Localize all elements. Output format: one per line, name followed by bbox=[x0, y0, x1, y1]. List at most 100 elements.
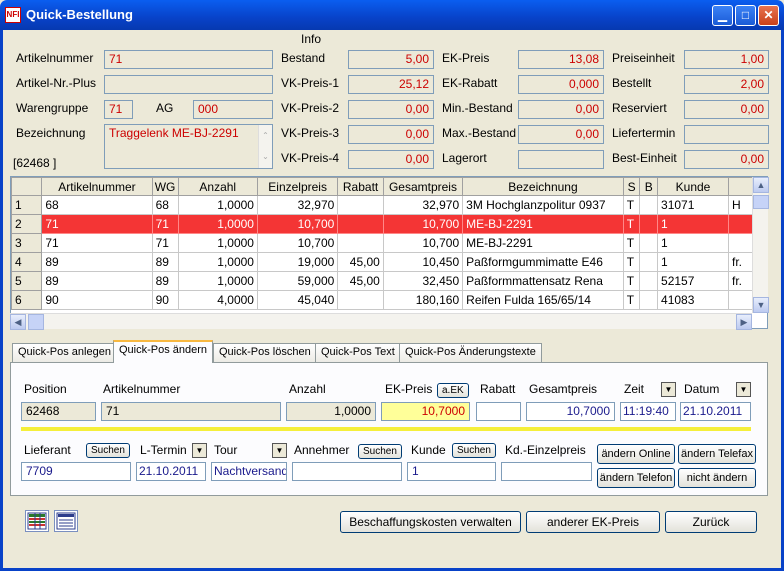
l-termin-dropdown-icon[interactable]: ▼ bbox=[192, 443, 207, 458]
grid-header-cell[interactable]: Einzelpreis bbox=[256, 177, 339, 196]
table-cell[interactable]: T bbox=[622, 195, 641, 215]
table-row[interactable]: 6 90 90 4,0000 45,040 180,160 Reifen Fulda 165… bbox=[11, 290, 767, 310]
table-cell[interactable]: 90 bbox=[151, 290, 179, 310]
vk2-field[interactable]: 0,00 bbox=[348, 100, 434, 119]
table-row[interactable]: 4 89 89 1,0000 19,000 45,00 10,450 Paßformgummi… bbox=[11, 252, 767, 272]
table-cell[interactable] bbox=[639, 195, 659, 215]
table-row[interactable]: 3 71 71 1,0000 10,700 10,700 ME-BJ-2291 T 1 bbox=[11, 233, 767, 253]
table-cell[interactable]: 71 bbox=[151, 233, 179, 253]
row-number-cell[interactable]: 1 bbox=[11, 195, 43, 215]
table-cell[interactable]: 10,450 bbox=[382, 252, 464, 272]
kunde-field[interactable]: 1 bbox=[407, 462, 496, 481]
table-cell[interactable]: 52157 bbox=[657, 271, 729, 291]
table-cell[interactable] bbox=[639, 271, 659, 291]
table-cell[interactable] bbox=[337, 290, 384, 310]
l-termin-field[interactable]: 21.10.2011 bbox=[136, 462, 206, 481]
grid-header-cell[interactable]: Rabatt bbox=[337, 177, 384, 196]
datum-field[interactable]: 21.10.2011 bbox=[680, 402, 751, 421]
grid-header-cell[interactable]: Kunde bbox=[657, 177, 729, 196]
anderer-ek-preis-button[interactable]: anderer EK-Preis bbox=[526, 511, 660, 533]
vk1-field[interactable]: 25,12 bbox=[348, 75, 434, 94]
grid-view-icon[interactable] bbox=[25, 510, 49, 532]
row-number-cell[interactable]: 6 bbox=[11, 290, 43, 310]
table-cell[interactable]: 1,0000 bbox=[177, 195, 258, 215]
zeit-field[interactable]: 11:19:40 bbox=[620, 402, 676, 421]
table-cell[interactable]: 1 bbox=[657, 252, 729, 272]
scroll-up-icon[interactable]: ▲ bbox=[753, 177, 769, 193]
bezeichnung-field[interactable]: Traggelenk ME-BJ-2291 bbox=[104, 124, 273, 169]
ek-preis-field[interactable]: 13,08 bbox=[518, 50, 604, 69]
aendern-online-button[interactable]: ändern Online bbox=[597, 444, 675, 464]
preiseinheit-field[interactable]: 1,00 bbox=[684, 50, 769, 69]
hscroll-thumb[interactable] bbox=[28, 314, 44, 330]
table-cell[interactable]: 45,040 bbox=[256, 290, 339, 310]
beschaffungskosten-button[interactable]: Beschaffungskosten verwalten bbox=[340, 511, 521, 533]
table-cell[interactable]: 89 bbox=[151, 271, 179, 291]
table-cell[interactable]: 3M Hochglanzpolitur 0937 bbox=[462, 195, 624, 215]
scroll-thumb[interactable] bbox=[753, 195, 769, 209]
table-cell[interactable]: T bbox=[622, 214, 641, 234]
zeit-dropdown-icon[interactable]: ▼ bbox=[661, 382, 676, 397]
table-cell[interactable]: 89 bbox=[41, 271, 153, 291]
table-cell[interactable]: 90 bbox=[41, 290, 153, 310]
table-cell[interactable]: 45,00 bbox=[337, 271, 384, 291]
minimize-icon[interactable]: ▁ bbox=[712, 5, 733, 26]
table-cell[interactable]: 1,0000 bbox=[177, 233, 258, 253]
table-cell[interactable]: 10,700 bbox=[382, 233, 464, 253]
aendern-telefon-button[interactable]: ändern Telefon bbox=[597, 468, 675, 488]
row-number-cell[interactable]: 4 bbox=[11, 252, 43, 272]
zurueck-button[interactable]: Zurück bbox=[665, 511, 757, 533]
position-field[interactable]: 62468 bbox=[21, 402, 96, 421]
table-cell[interactable]: T bbox=[622, 290, 641, 310]
annehmer-suchen-button[interactable]: Suchen bbox=[358, 444, 402, 459]
tour-dropdown-icon[interactable]: ▼ bbox=[272, 443, 287, 458]
table-cell[interactable]: Paßformmattensatz Rena bbox=[462, 271, 624, 291]
row-number-cell[interactable]: 2 bbox=[11, 214, 43, 234]
aendern-telefax-button[interactable]: ändern Telefax bbox=[678, 444, 756, 464]
nicht-aendern-button[interactable]: nicht ändern bbox=[678, 468, 756, 488]
bestellt-field[interactable]: 2,00 bbox=[684, 75, 769, 94]
max-bestand-field[interactable]: 0,00 bbox=[518, 125, 604, 144]
table-cell[interactable] bbox=[639, 290, 659, 310]
list-view-icon[interactable] bbox=[54, 510, 78, 532]
table-row[interactable]: 5 89 89 1,0000 59,000 45,00 32,450 Paßformmatte… bbox=[11, 271, 767, 291]
table-cell[interactable] bbox=[337, 233, 384, 253]
table-cell[interactable]: 45,00 bbox=[337, 252, 384, 272]
grid-horizontal-scrollbar[interactable]: ◀ ▶ bbox=[10, 313, 752, 330]
liefertermin-field[interactable] bbox=[684, 125, 769, 144]
grid-header-cell[interactable]: B bbox=[639, 177, 659, 196]
tab-quick-pos-text[interactable]: Quick-Pos Text bbox=[315, 343, 401, 362]
table-cell[interactable]: 31071 bbox=[657, 195, 729, 215]
best-einheit-field[interactable]: 0,00 bbox=[684, 150, 769, 169]
positions-grid[interactable]: Artikelnummer WG Anzahl Einzelpreis Rabatt Ge… bbox=[10, 176, 768, 329]
bezeichnung-scrollbar[interactable]: ⌃ ⌄ bbox=[258, 125, 272, 168]
table-cell[interactable]: 32,970 bbox=[382, 195, 464, 215]
table-row[interactable]: 1 68 68 1,0000 32,970 32,970 3M Hochglanzpolit… bbox=[11, 195, 767, 215]
vk4-field[interactable]: 0,00 bbox=[348, 150, 434, 169]
edit-gesamtpreis-field[interactable]: 10,7000 bbox=[526, 402, 615, 421]
grid-header-cell[interactable]: WG bbox=[151, 177, 179, 196]
table-cell[interactable]: 71 bbox=[41, 233, 153, 253]
table-cell[interactable]: 10,700 bbox=[256, 214, 339, 234]
table-cell[interactable]: 59,000 bbox=[256, 271, 339, 291]
vk3-field[interactable]: 0,00 bbox=[348, 125, 434, 144]
table-cell[interactable]: T bbox=[622, 233, 641, 253]
table-cell[interactable]: T bbox=[622, 252, 641, 272]
table-cell[interactable]: 1 bbox=[657, 214, 729, 234]
table-cell[interactable]: 180,160 bbox=[382, 290, 464, 310]
table-row[interactable]: 2 71 71 1,0000 10,700 10,700 ME-BJ-2291 T 1 bbox=[11, 214, 767, 234]
table-cell[interactable]: 32,450 bbox=[382, 271, 464, 291]
table-cell[interactable]: 19,000 bbox=[256, 252, 339, 272]
table-cell[interactable] bbox=[639, 214, 659, 234]
table-cell[interactable]: 71 bbox=[41, 214, 153, 234]
table-cell[interactable]: ME-BJ-2291 bbox=[462, 214, 624, 234]
grid-header-cell[interactable]: Gesamtpreis bbox=[382, 177, 464, 196]
lagerort-field[interactable] bbox=[518, 150, 604, 169]
edit-rabatt-field[interactable] bbox=[476, 402, 521, 421]
table-cell[interactable]: 10,700 bbox=[382, 214, 464, 234]
scroll-down-icon[interactable]: ▼ bbox=[753, 297, 769, 313]
grid-header-cell[interactable]: Bezeichnung bbox=[462, 177, 624, 196]
table-cell[interactable]: 41083 bbox=[657, 290, 729, 310]
grid-header-cell[interactable]: Anzahl bbox=[177, 177, 258, 196]
row-number-cell[interactable]: 3 bbox=[11, 233, 43, 253]
